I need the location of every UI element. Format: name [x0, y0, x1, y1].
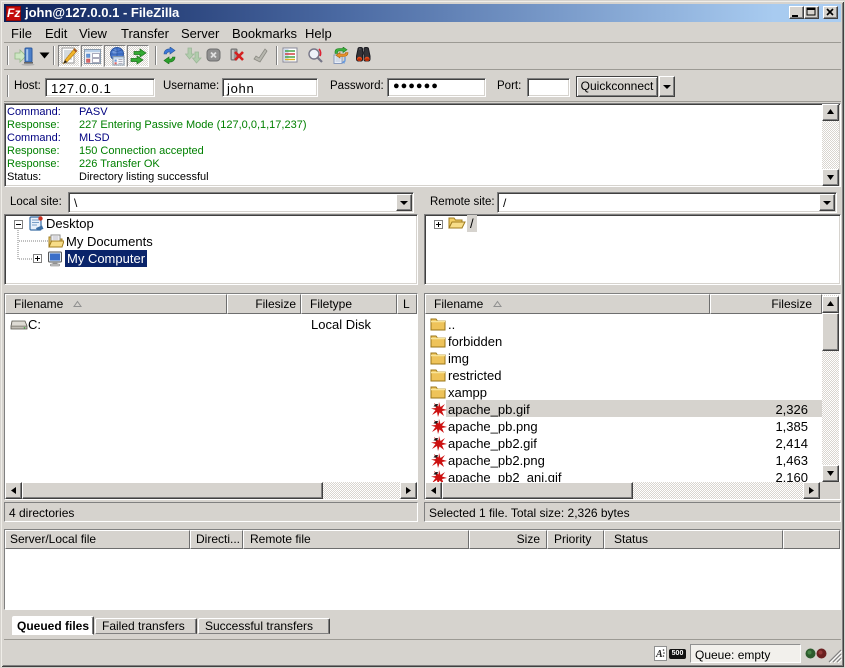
- svg-text:A: A: [655, 649, 663, 660]
